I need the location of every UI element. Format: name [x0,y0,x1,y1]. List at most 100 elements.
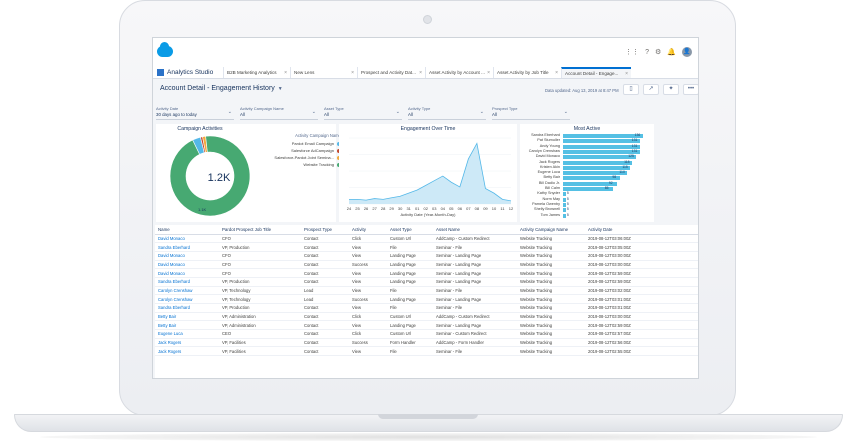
bar[interactable] [563,213,566,218]
chevron-down-icon: ⌄ [479,109,484,115]
analytics-studio-icon [157,69,164,76]
bar-value-label: 110 [619,170,625,175]
tab-b2b-marketing[interactable]: B2B Marketing Analytics × [223,67,290,78]
name-link[interactable]: Sandra Eberhard [155,242,219,252]
bar-label: Bill Dadio Jr. [538,180,560,185]
column-header[interactable]: Asset Name [433,225,517,235]
bar-row[interactable]: Eugene Luca 110 [520,170,654,176]
name-link[interactable]: David Monaco [155,268,219,278]
area-fill [349,143,511,204]
bar-row[interactable]: Andy Young 131 [520,144,654,149]
bookmark-button[interactable]: ▯ [623,84,639,95]
filter-activity-type[interactable]: Activity Type All ⌄ [408,106,486,120]
close-icon[interactable]: × [487,70,490,76]
table-row[interactable]: Betty Bair VP, Administration Contact View L… [155,320,698,331]
table-row[interactable]: Jack Rogers VP, Facilities Contact Success F… [155,338,698,348]
tab-new-lens[interactable]: New Lens × [290,67,357,78]
bar-row[interactable]: Pamela Owenby 5 [520,202,654,207]
close-icon[interactable]: × [284,70,287,76]
column-header[interactable]: Prospect Type [301,225,349,235]
table-row[interactable]: Eugene Luca CEO Contact Click Custom Url Semi… [155,329,698,339]
table-cell: VP, Technology [219,286,301,296]
gear-icon[interactable]: ⚙ [655,48,661,56]
table-row[interactable]: Carolyn Crenshaw VP, Technology Lead Succes… [155,294,698,304]
close-icon[interactable]: × [625,71,628,77]
table-row[interactable]: David Monaco CFO Contact Success Landing Pag… [155,260,698,270]
bar-row[interactable]: Sandra Eberhard 136 [520,133,654,138]
name-link[interactable]: Eugene Luca [155,329,219,339]
legend-item[interactable]: Salesforce-Pardot Joint Semina... [261,154,341,161]
bar-row[interactable]: Betty Bair 98 [520,175,654,181]
name-link[interactable]: David Monaco [155,234,219,244]
tab-asset-activity-job[interactable]: Asset Activity by Job Title × [493,67,561,78]
bell-icon[interactable]: 🔔 [667,48,676,56]
table-row[interactable]: David Monaco CFO Contact Click Custom Url Add… [155,234,698,244]
table-row[interactable]: David Monaco CFO Contact View Landing Page Se… [155,251,698,261]
bar-value-label: 92 [608,180,613,185]
tab-account-detail[interactable]: Account Detail - Engage... × [561,67,631,78]
name-link[interactable]: Jack Rogers [155,338,219,348]
column-header[interactable]: Activity Date [585,225,698,235]
help-icon[interactable]: ? [645,49,649,56]
column-header[interactable]: Name [155,225,219,235]
close-icon[interactable]: × [419,70,422,76]
name-link[interactable]: Betty Bair [155,320,219,331]
table-cell: Contact [301,303,349,313]
table-row[interactable]: Sandra Eberhard VP, Production Contact View… [155,242,698,252]
bar-row[interactable]: Kathy Snyder 5 [520,191,654,197]
salesforce-logo-icon[interactable] [157,42,173,57]
table-row[interactable]: Sandra Eberhard VP, Production Contact View… [155,277,698,287]
caret-down-icon[interactable]: ▼ [278,86,283,92]
bar-row[interactable]: Carolyn Crenshaw 131 [520,149,654,154]
name-link[interactable]: Carolyn Crenshaw [155,294,219,304]
table-row[interactable]: Jack Rogers VP, Facilities Contact View File… [155,346,698,357]
table-row[interactable]: Carolyn Crenshaw VP, Technology Lead View Fi… [155,286,698,296]
tab-prospect-activity[interactable]: Prospect and Activity Dat... × [357,67,425,78]
share-button[interactable]: ↗ [643,84,659,95]
filter-activity-campaign[interactable]: Activity Campaign Name All ⌄ [240,106,318,120]
name-link[interactable]: Betty Bair [155,312,219,322]
column-header[interactable]: Asset Type [387,225,433,235]
filter-prospect-type[interactable]: Prospect Type All ⌄ [492,106,570,120]
filter-activity-date[interactable]: Activity Date 30 days ago to today ⌄ [156,106,234,120]
table-row[interactable]: Betty Bair VP, Administration Contact Click… [155,312,698,322]
dashboard-title[interactable]: Account Detail - Engagement History ▼ [160,85,283,92]
name-link[interactable]: David Monaco [155,251,219,261]
name-link[interactable]: Sandra Eberhard [155,277,219,287]
bar-row[interactable]: Jack Rogers 118 [520,160,654,165]
table-cell: Lead [301,286,349,296]
bar-row[interactable]: Bill Dadio Jr. 92 [520,181,654,186]
close-icon[interactable]: × [351,70,354,76]
column-header[interactable]: Activity [349,225,387,235]
bar-row[interactable]: Norm May 5 [520,197,654,202]
table-cell: Success [349,260,387,270]
table-row[interactable]: Sandra Eberhard VP, Production Contact View… [155,303,698,313]
tab-asset-activity-account[interactable]: Asset Activity by Account ... × [425,67,493,78]
table-row[interactable]: David Monaco CFO Contact View Landing Page Se… [155,268,698,278]
bar-row[interactable]: Bill Calm 85 [520,186,654,191]
bar-row[interactable]: Kristen Akin 115 [520,165,654,170]
notify-button[interactable]: ✦ [663,84,679,95]
x-tick-label: 02 [424,206,429,211]
app-screen: ⋮⋮ ? ⚙ 🔔 👤 Analytics Studio B2B Marketin… [152,37,699,379]
avatar[interactable]: 👤 [682,47,692,57]
grid-icon[interactable]: ⋮⋮ [625,48,639,56]
name-link[interactable]: Carolyn Crenshaw [155,286,219,296]
more-actions-button[interactable]: ••• [683,84,698,95]
legend-item[interactable]: Website Tracking [261,161,341,168]
name-link[interactable]: Jack Rogers [155,346,219,357]
bar-row[interactable]: Shelly Brownell 5 [520,207,654,213]
column-header[interactable]: Activity Campaign Name [517,225,585,235]
bar-row[interactable]: Pat Stumuller 131 [520,138,654,144]
bar-row[interactable]: David Monaco 125 [520,154,654,160]
filter-asset-type[interactable]: Asset Type All ⌄ [324,106,402,120]
bar-row[interactable]: Tom James 5 [520,213,654,218]
legend-item[interactable]: Salesforce AdCampaign [261,147,341,154]
column-header[interactable]: Pardot Prospect Job Title [219,225,301,235]
name-link[interactable]: David Monaco [155,260,219,270]
legend-item[interactable]: Pardot Email Campaign [261,140,341,147]
name-link[interactable]: Sandra Eberhard [155,303,219,313]
app-launcher[interactable]: Analytics Studio [153,67,223,78]
close-icon[interactable]: × [555,70,558,76]
area-chart[interactable]: 24 25 26 27 28 29 30 31 01 02 03 04 05 06 07 08 09 10 11 12 [339,124,517,222]
